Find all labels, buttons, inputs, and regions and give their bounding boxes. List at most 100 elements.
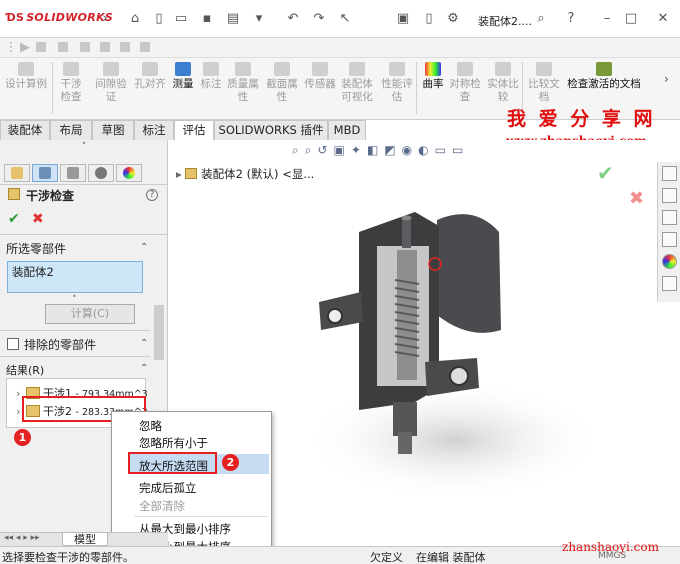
close-icon[interactable]: ✕	[656, 12, 670, 26]
zoom-to-fit-icon[interactable]: ⌕	[292, 143, 305, 157]
open-folder-icon[interactable]: ▭	[174, 12, 188, 26]
measure-button[interactable]: 测量	[170, 62, 196, 91]
section-view-icon[interactable]: ▣	[334, 143, 351, 157]
design-library-icon[interactable]	[662, 188, 677, 203]
solidworks-resources-icon[interactable]	[662, 166, 677, 181]
performance-evaluation-button[interactable]: 性能评估	[380, 62, 414, 104]
title-bar: ƊS SOLIDWORKS › ⌂ ▯ ▭ ▪ ▤ ▾ ↶ ↷ ↖ ▣ ▯ ⚙ 装…	[0, 0, 680, 38]
property-manager-title: 干涉检查	[26, 189, 75, 203]
view-settings-icon[interactable]: ▭	[452, 143, 469, 157]
tab-model[interactable]: 模型	[62, 532, 108, 546]
stop-icon[interactable]	[36, 42, 46, 52]
property-manager-tab[interactable]	[32, 164, 58, 182]
help-icon[interactable]: ?	[564, 12, 578, 26]
file-explorer-icon[interactable]	[662, 210, 677, 225]
watermark-url-bottom: zhanshaoyi.com	[562, 540, 659, 554]
dimxpert-manager-tab[interactable]	[88, 164, 114, 182]
feature-manager-tab[interactable]	[4, 164, 30, 182]
tab-solidworks-addins[interactable]: SOLIDWORKS 插件	[214, 120, 328, 140]
maximize-icon[interactable]: □	[624, 12, 638, 26]
mass-properties-button[interactable]: 质量属性	[226, 62, 260, 104]
hole-alignment-button[interactable]: 孔对齐	[130, 62, 170, 91]
redo-icon[interactable]: ↷	[312, 12, 326, 26]
symmetry-check-button[interactable]: 对称检查	[448, 62, 482, 104]
compare-documents-button[interactable]: 比较文档	[526, 62, 562, 104]
print-icon[interactable]: ▤	[226, 12, 240, 26]
expand-arrow-icon[interactable]: ▸	[176, 167, 182, 181]
new-document-icon[interactable]: ▯	[152, 12, 166, 26]
curvature-button[interactable]: 曲率	[420, 62, 446, 91]
selected-components-label: 所选零部件	[6, 242, 67, 256]
interference-check-button[interactable]: 干涉检查	[56, 62, 86, 104]
search-icon[interactable]: ⌕	[534, 12, 548, 26]
edit-appearance-icon[interactable]: ◐	[418, 143, 434, 157]
feature-tree-root[interactable]: ▸ 装配体2 (默认) <显...	[176, 166, 314, 182]
rebuild-icon[interactable]: ▣	[396, 12, 410, 26]
apply-scene-icon[interactable]: ▭	[435, 143, 452, 157]
undo-icon[interactable]: ↶	[286, 12, 300, 26]
collapse-caret-icon[interactable]: ⌃	[140, 338, 148, 349]
pause-icon[interactable]	[58, 42, 68, 52]
tab-scroll-arrows-icon[interactable]: ◂◂ ◂ ▸ ▸▸	[4, 533, 40, 543]
tab-mbd[interactable]: MBD	[328, 120, 366, 140]
display-manager-tab[interactable]	[116, 164, 142, 182]
panel-grip[interactable]: •	[0, 140, 168, 148]
tab-markup[interactable]: 标注	[134, 120, 174, 140]
previous-view-icon[interactable]: ↺	[317, 143, 333, 157]
menu-item-ignore-all-smaller[interactable]: 忽略所有小于	[139, 435, 208, 451]
save-icon[interactable]: ▪	[200, 12, 214, 26]
clearance-verification-button[interactable]: 间隙验证	[94, 62, 128, 104]
svg-text:✔: ✔	[597, 161, 614, 185]
edit-macro-icon[interactable]	[120, 42, 130, 52]
collapse-caret-icon[interactable]: ⌃	[140, 363, 148, 374]
select-arrow-icon[interactable]: ↖	[338, 12, 352, 26]
help-button[interactable]: ?	[146, 189, 158, 201]
tab-evaluate[interactable]: 评估	[174, 120, 214, 140]
play-icon[interactable]: ▶	[18, 41, 32, 55]
body-compare-button[interactable]: 实体比较	[486, 62, 520, 104]
tab-sketch[interactable]: 草图	[92, 120, 134, 140]
calculate-button[interactable]: 计算(C)	[45, 304, 135, 324]
design-study-button[interactable]: 设计算例	[4, 62, 48, 91]
appearances-icon[interactable]	[662, 254, 677, 269]
configuration-manager-tab[interactable]	[60, 164, 86, 182]
collapse-caret-icon[interactable]: ⌃	[140, 242, 148, 253]
list-resize-grip[interactable]: •	[72, 292, 77, 301]
markup-button[interactable]: 标注	[198, 62, 224, 91]
command-tabs: 装配体 布局 草图 标注 评估 SOLIDWORKS 插件 MBD	[0, 120, 370, 140]
manager-tabs	[0, 162, 168, 184]
section-properties-button[interactable]: 截面属性	[264, 62, 300, 104]
options-gear-icon[interactable]: ⚙	[446, 12, 460, 26]
menu-item-isolate-when-done[interactable]: 完成后孤立	[139, 480, 197, 496]
menu-item-ignore[interactable]: 忽略	[139, 418, 162, 434]
display-style-icon[interactable]: ◩	[384, 143, 401, 157]
heads-up-view-toolbar[interactable]: ⌕⌕↺▣✦◧◩◉◐▭▭	[292, 143, 469, 158]
tab-assembly[interactable]: 装配体	[0, 120, 50, 140]
dynamic-annotation-icon[interactable]: ✦	[351, 143, 367, 157]
panel-scrollbar[interactable]	[154, 305, 164, 360]
record-icon[interactable]	[80, 42, 90, 52]
ok-checkmark-icon[interactable]: ✔	[8, 211, 20, 227]
flyout-arrow-icon[interactable]: ›	[98, 12, 112, 26]
highlight-box-menu	[128, 452, 217, 474]
step-badge-2: 2	[222, 454, 239, 471]
excluded-components-checkbox[interactable]	[7, 338, 19, 350]
hide-show-icon[interactable]: ◉	[402, 143, 418, 157]
view-orientation-icon[interactable]: ◧	[367, 143, 384, 157]
selected-components-list[interactable]: 装配体2	[7, 261, 143, 293]
check-active-document-button[interactable]: 检查激活的文档	[566, 62, 642, 91]
cancel-x-icon[interactable]: ✖	[32, 211, 44, 227]
home-icon[interactable]: ⌂	[128, 12, 142, 26]
custom-properties-icon[interactable]	[662, 276, 677, 291]
ribbon-expand-icon[interactable]: ›	[664, 72, 669, 86]
zoom-area-icon[interactable]: ⌕	[305, 143, 318, 157]
customize-icon[interactable]	[140, 42, 150, 52]
minimize-icon[interactable]: –	[600, 12, 614, 26]
new-macro-icon[interactable]	[100, 42, 110, 52]
file-properties-icon[interactable]: ▯	[422, 12, 436, 26]
sensor-button[interactable]: 传感器	[302, 62, 338, 91]
tab-layout[interactable]: 布局	[50, 120, 92, 140]
view-palette-icon[interactable]	[662, 232, 677, 247]
assembly-visualization-button[interactable]: 装配体可视化	[340, 62, 374, 104]
printer-dropdown-icon[interactable]: ▾	[252, 12, 266, 26]
